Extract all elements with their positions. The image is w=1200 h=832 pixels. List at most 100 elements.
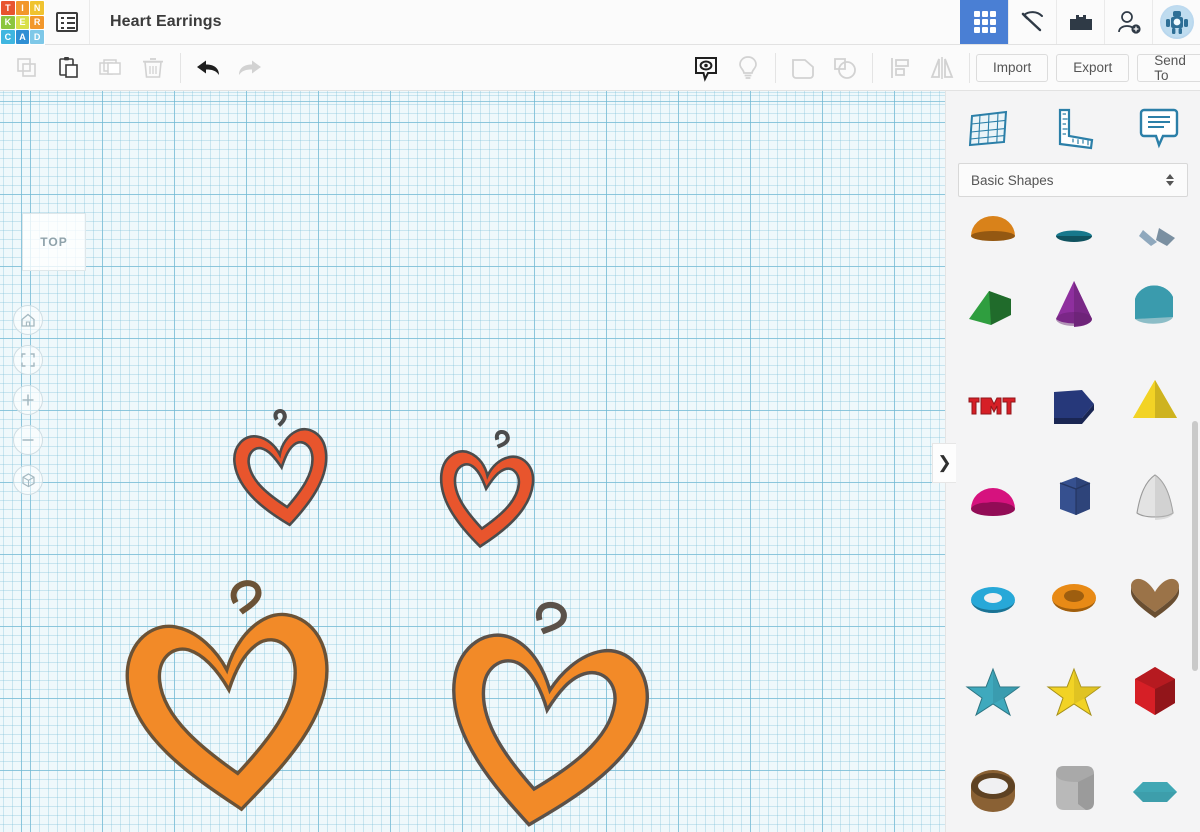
shape-half-sphere-orange[interactable] — [952, 212, 1033, 254]
cone-icon — [1055, 280, 1092, 327]
file-actions: Import Export Send To — [976, 53, 1200, 83]
home-icon — [21, 313, 35, 327]
heart-earring-small-right[interactable] — [421, 418, 554, 562]
lightbulb-icon — [739, 55, 757, 79]
shape-polyhedron-red[interactable] — [1114, 642, 1195, 739]
minus-icon — [22, 439, 34, 441]
notes-button[interactable] — [685, 45, 727, 91]
projects-button[interactable] — [1056, 0, 1104, 44]
collapse-panel-button[interactable]: ❯ — [932, 443, 956, 483]
shape-roof-green[interactable] — [952, 254, 1033, 351]
align-button[interactable] — [879, 45, 921, 91]
shape-hex-prism-navy[interactable] — [1033, 448, 1114, 545]
hide-light-button[interactable] — [727, 45, 769, 91]
shape-category-label: Basic Shapes — [971, 172, 1054, 188]
send-to-button[interactable]: Send To — [1137, 53, 1200, 83]
account-avatar[interactable] — [1152, 0, 1200, 44]
shape-gem-teal[interactable] — [1114, 739, 1195, 832]
list-icon — [56, 12, 78, 32]
ruler-icon — [1058, 108, 1094, 150]
fit-view-button[interactable] — [13, 345, 43, 375]
mirror-button[interactable] — [921, 45, 963, 91]
toolbar-divider — [872, 52, 873, 83]
codeblocks-button[interactable] — [1008, 0, 1056, 44]
redo-button[interactable] — [229, 45, 271, 91]
heart-earring-large-right[interactable] — [416, 580, 676, 832]
shape-heart-brown[interactable] — [1114, 545, 1195, 642]
shape-torus-cyan[interactable] — [952, 545, 1033, 642]
ungroup-shape-icon — [834, 57, 856, 79]
logo-tile-a: A — [15, 30, 30, 44]
ungroup-button[interactable] — [824, 45, 866, 91]
designs-grid-button[interactable] — [960, 0, 1008, 44]
logo-tile-e: E — [15, 15, 30, 30]
top-right-buttons — [960, 0, 1200, 44]
copy-icon — [17, 57, 36, 77]
copy-button[interactable] — [6, 45, 48, 91]
shape-paraboloid-white[interactable] — [1114, 448, 1195, 545]
grid-icon — [973, 11, 996, 33]
gem-icon — [1132, 781, 1177, 802]
toolbar-divider — [775, 52, 776, 83]
ruler-tool[interactable] — [1031, 91, 1116, 163]
shape-text-red[interactable] — [952, 351, 1033, 448]
shape-disc-teal[interactable] — [1033, 212, 1114, 254]
trash-icon — [143, 57, 163, 78]
disc-icon — [1055, 230, 1092, 242]
home-view-button[interactable] — [13, 305, 43, 335]
shape-pyramid-yellow[interactable] — [1114, 351, 1195, 448]
project-list-button[interactable] — [45, 0, 90, 44]
tinkercad-logo[interactable]: TIN KER CAD — [0, 0, 45, 45]
shape-half-cylinder-teal[interactable] — [1114, 254, 1195, 351]
note-icon — [1139, 108, 1178, 149]
export-button[interactable]: Export — [1056, 53, 1130, 82]
zoom-in-button[interactable] — [13, 385, 43, 415]
workplane-grid-icon — [969, 110, 1008, 147]
duplicate-button[interactable] — [90, 45, 132, 91]
torus-icon — [970, 586, 1015, 613]
roof-icon — [968, 290, 1011, 325]
delete-button[interactable] — [132, 45, 174, 91]
logo-tile-k: K — [1, 15, 15, 30]
star-icon — [1045, 667, 1102, 716]
paste-button[interactable] — [48, 45, 90, 91]
heart-icon — [1130, 578, 1179, 618]
redo-arrow-icon — [239, 60, 261, 75]
page-title: Heart Earrings — [110, 13, 222, 30]
shape-ring-brown[interactable] — [952, 739, 1033, 832]
paste-icon — [59, 56, 78, 78]
shape-rounded-cube-gray[interactable] — [1033, 739, 1114, 832]
shape-star-yellow[interactable] — [1033, 642, 1114, 739]
import-button[interactable]: Import — [976, 53, 1049, 82]
undo-button[interactable] — [187, 45, 229, 91]
polyhedron-icon — [1134, 666, 1175, 715]
logo-tile-d: D — [30, 30, 44, 44]
logo-tile-r: R — [30, 15, 44, 30]
heart-earring-large-left[interactable] — [97, 561, 358, 832]
shapes-scrollbar[interactable] — [1192, 421, 1198, 671]
zoom-out-button[interactable] — [13, 425, 43, 455]
shapes-panel: Basic Shapes — [945, 91, 1200, 832]
heart-earring-small-left[interactable] — [217, 396, 352, 543]
shape-category-dropdown[interactable]: Basic Shapes — [958, 163, 1188, 197]
workplane-tool[interactable] — [946, 91, 1031, 163]
shape-polygon-navy[interactable] — [1033, 351, 1114, 448]
group-button[interactable] — [782, 45, 824, 91]
duplicate-icon — [99, 58, 121, 75]
note-eye-icon — [695, 56, 717, 82]
invite-button[interactable] — [1104, 0, 1152, 44]
shape-star-teal[interactable] — [952, 642, 1033, 739]
shape-tube-orange[interactable] — [1033, 545, 1114, 642]
shape-dome-pink[interactable] — [952, 448, 1033, 545]
view-cube[interactable]: TOP — [22, 213, 86, 271]
shapes-scroll-area[interactable] — [946, 212, 1200, 832]
workplane-canvas[interactable]: TOP — [0, 91, 945, 832]
note-tool[interactable] — [1115, 91, 1200, 163]
toolbar-divider — [180, 52, 181, 83]
fit-brackets-icon — [21, 353, 35, 367]
robot-avatar-icon — [1159, 5, 1194, 39]
shape-cone-purple[interactable] — [1033, 254, 1114, 351]
perspective-toggle-button[interactable] — [13, 465, 43, 495]
shape-wedge-blue[interactable] — [1114, 212, 1195, 254]
align-icon — [891, 57, 909, 78]
